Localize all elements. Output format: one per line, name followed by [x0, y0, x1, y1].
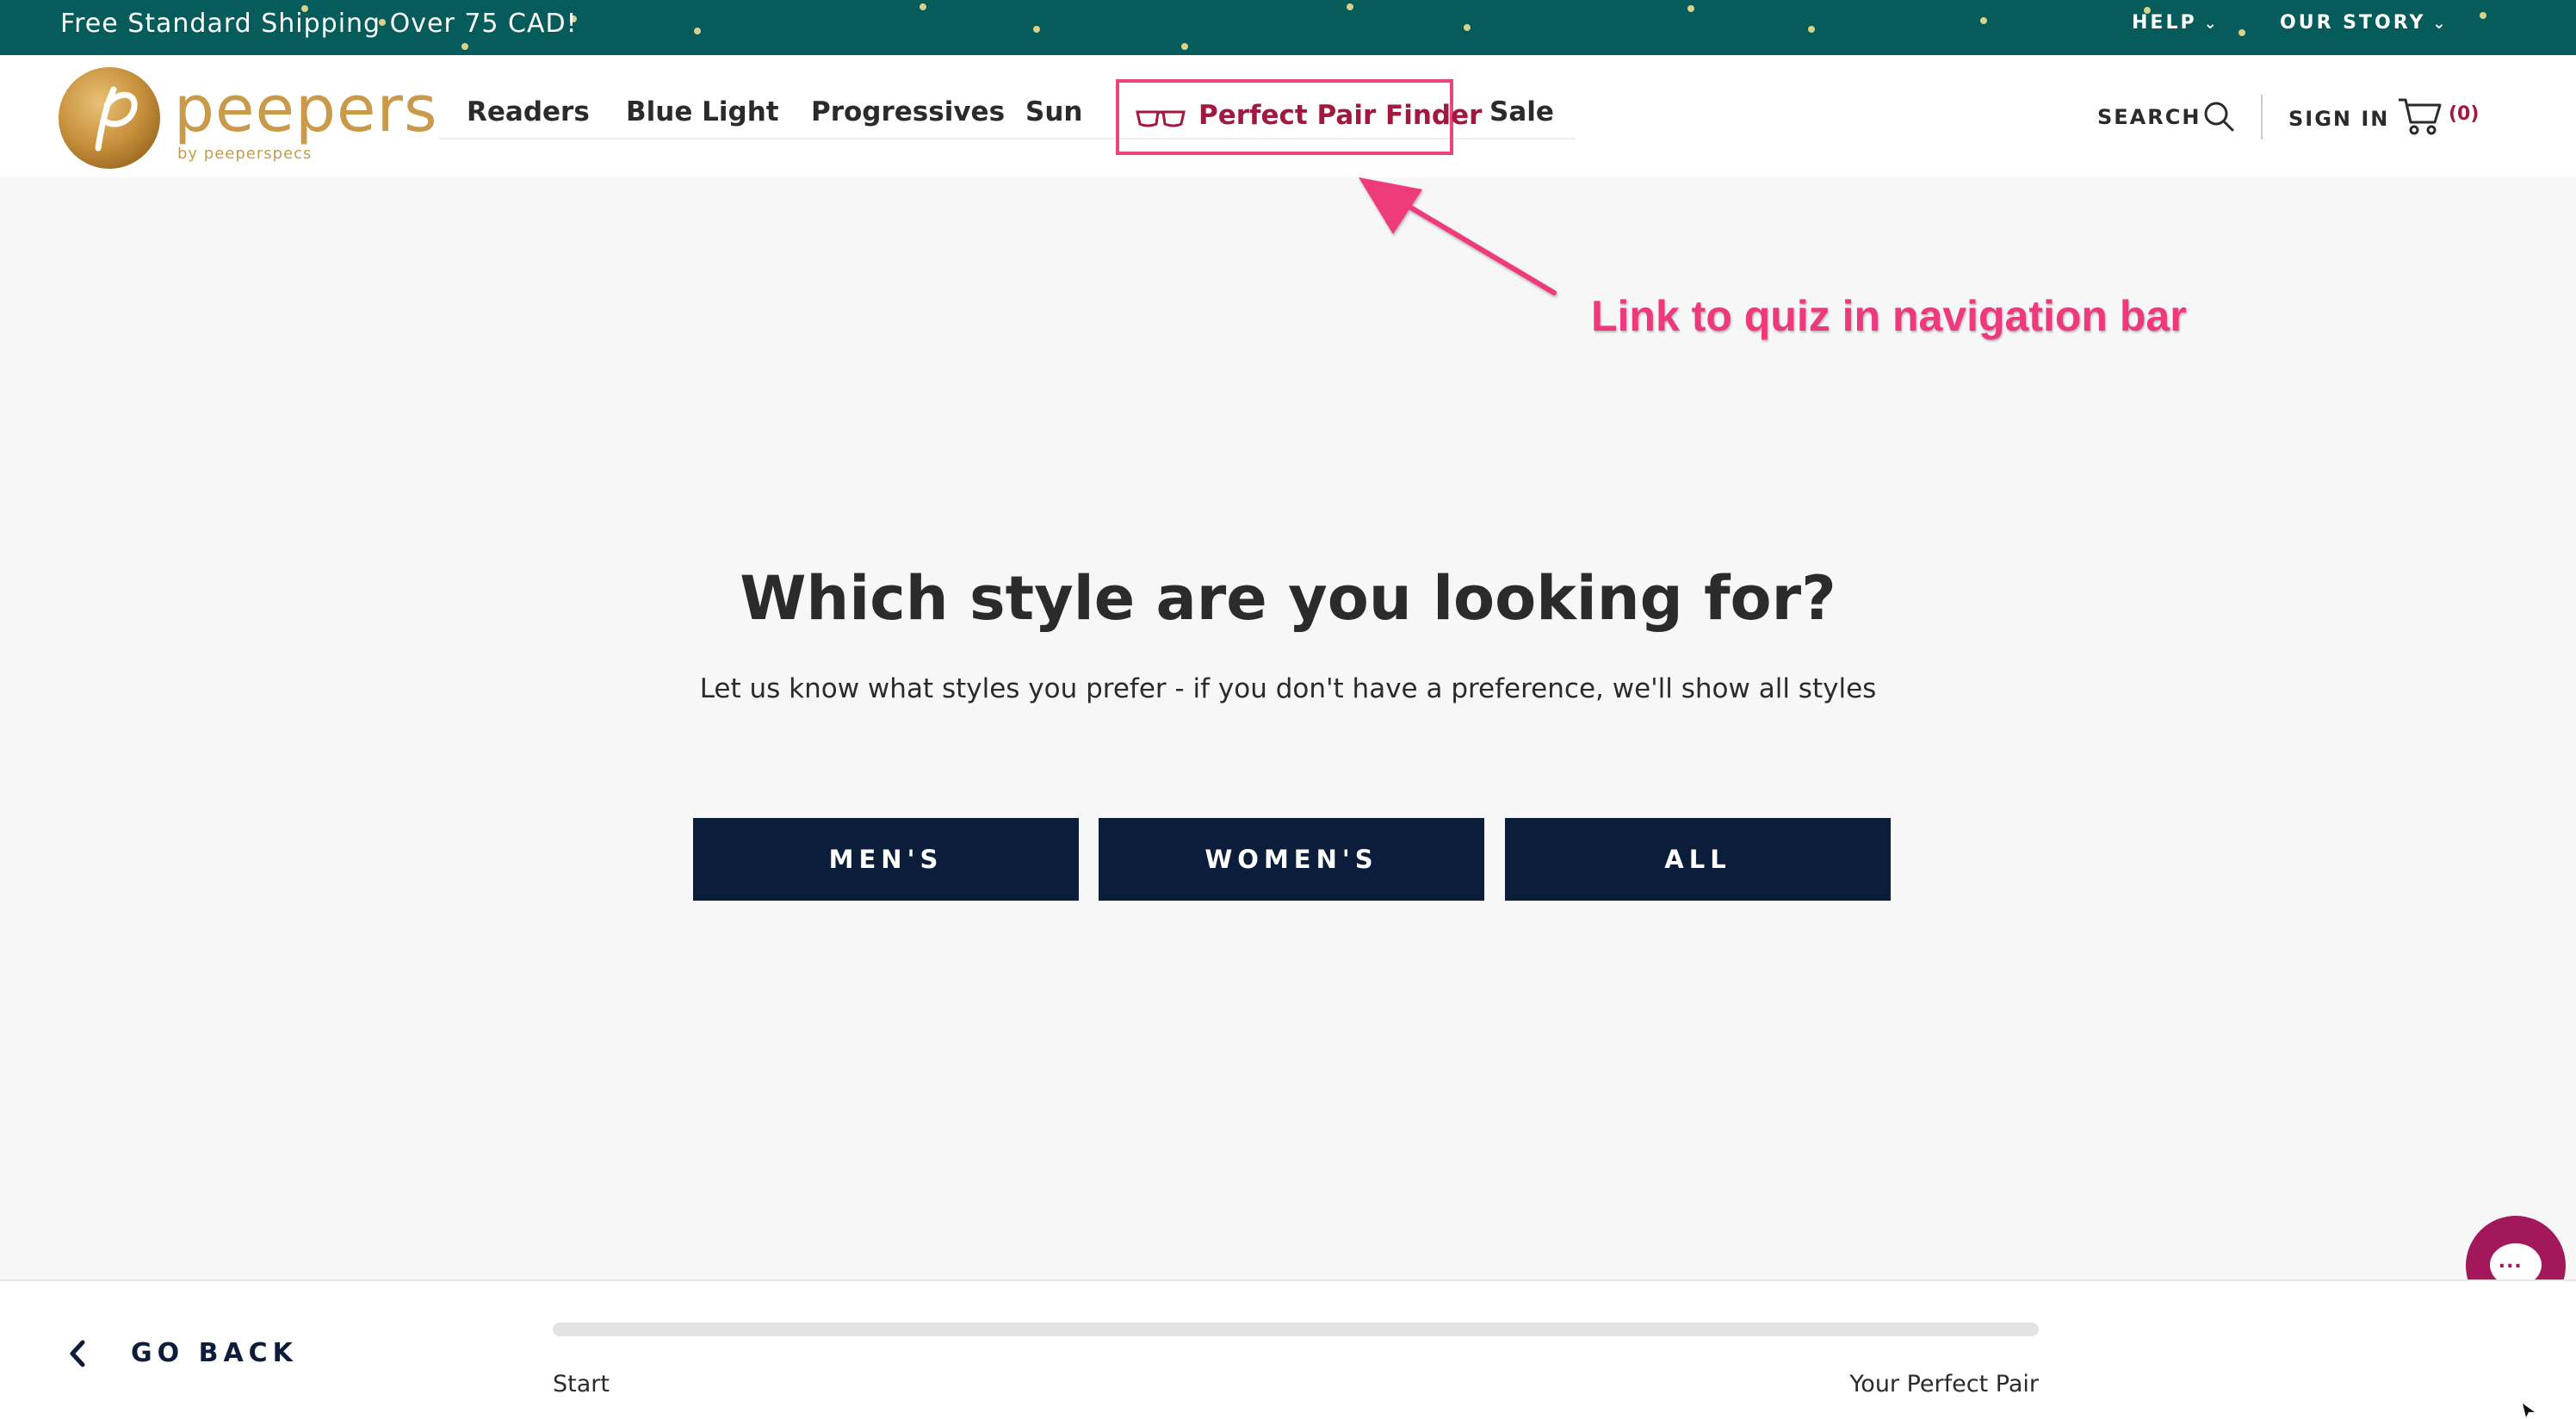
promo-bar: Free Standard Shipping Over 75 CAD! HELP… — [0, 0, 2576, 55]
annotation-text: Link to quiz in navigation bar — [1591, 292, 2187, 340]
search-icon[interactable] — [2202, 100, 2235, 133]
search-label: SEARCH — [2097, 105, 2201, 129]
progress-end-label: Your Perfect Pair — [1849, 1371, 2039, 1397]
help-menu-link[interactable]: HELP ⌄ — [2132, 12, 2220, 34]
nav-item-progressives[interactable]: Progressives — [811, 96, 1005, 127]
go-back-label: GO BACK — [131, 1338, 298, 1368]
cart-count[interactable]: (0) — [2449, 103, 2479, 125]
logo-wordmark: peepers — [174, 72, 438, 146]
all-styles-button[interactable]: ALL — [1505, 818, 1891, 901]
nav-item-sale[interactable]: Sale — [1489, 96, 1554, 127]
chevron-down-icon: ⌄ — [2432, 15, 2449, 33]
go-back-button[interactable]: GO BACK — [69, 1338, 298, 1368]
nav-item-readers[interactable]: Readers — [467, 96, 590, 127]
quiz-question: Which style are you looking for? — [740, 563, 1836, 634]
peepers-logo-mark-icon — [59, 67, 160, 169]
perfect-pair-finder-label: Perfect Pair Finder — [1198, 100, 1483, 131]
mens-button[interactable]: MEN'S — [693, 818, 1079, 901]
help-label: HELP — [2132, 12, 2197, 34]
ellipsis-icon: ··· — [2499, 1252, 2523, 1279]
chevron-left-icon — [70, 1340, 85, 1366]
search-link[interactable]: SEARCH — [2097, 105, 2201, 129]
peepers-logo[interactable]: peepers by peeperspecs — [57, 65, 438, 169]
glasses-icon — [1136, 110, 1186, 127]
womens-button[interactable]: WOMEN'S — [1099, 818, 1484, 901]
our-story-menu-link[interactable]: OUR STORY ⌄ — [2280, 12, 2448, 34]
progress-start-label: Start — [553, 1371, 610, 1397]
mouse-cursor-icon — [2523, 1404, 2535, 1417]
sign-in-link[interactable]: SIGN IN — [2288, 107, 2389, 131]
quiz-subtext: Let us know what styles you prefer - if … — [699, 673, 1877, 704]
nav-item-sun[interactable]: Sun — [1025, 96, 1082, 127]
annotation-arrow-icon — [1359, 177, 1557, 295]
nav-item-perfect-pair-finder[interactable]: Perfect Pair Finder — [1116, 79, 1482, 155]
our-story-label: OUR STORY — [2280, 12, 2426, 34]
nav-item-blue-light[interactable]: Blue Light — [626, 96, 779, 127]
chevron-down-icon: ⌄ — [2203, 15, 2220, 33]
logo-subtitle: by peeperspecs — [177, 145, 313, 163]
site-header: peepers by peeperspecs Readers Blue Ligh… — [0, 55, 2576, 177]
quiz-progress-bar — [553, 1323, 2039, 1336]
cart-icon[interactable] — [2397, 96, 2442, 136]
quiz-footer: GO BACK Start Your Perfect Pair — [0, 1280, 2576, 1419]
header-divider — [2261, 95, 2263, 139]
promo-text: Free Standard Shipping Over 75 CAD! — [60, 9, 578, 39]
